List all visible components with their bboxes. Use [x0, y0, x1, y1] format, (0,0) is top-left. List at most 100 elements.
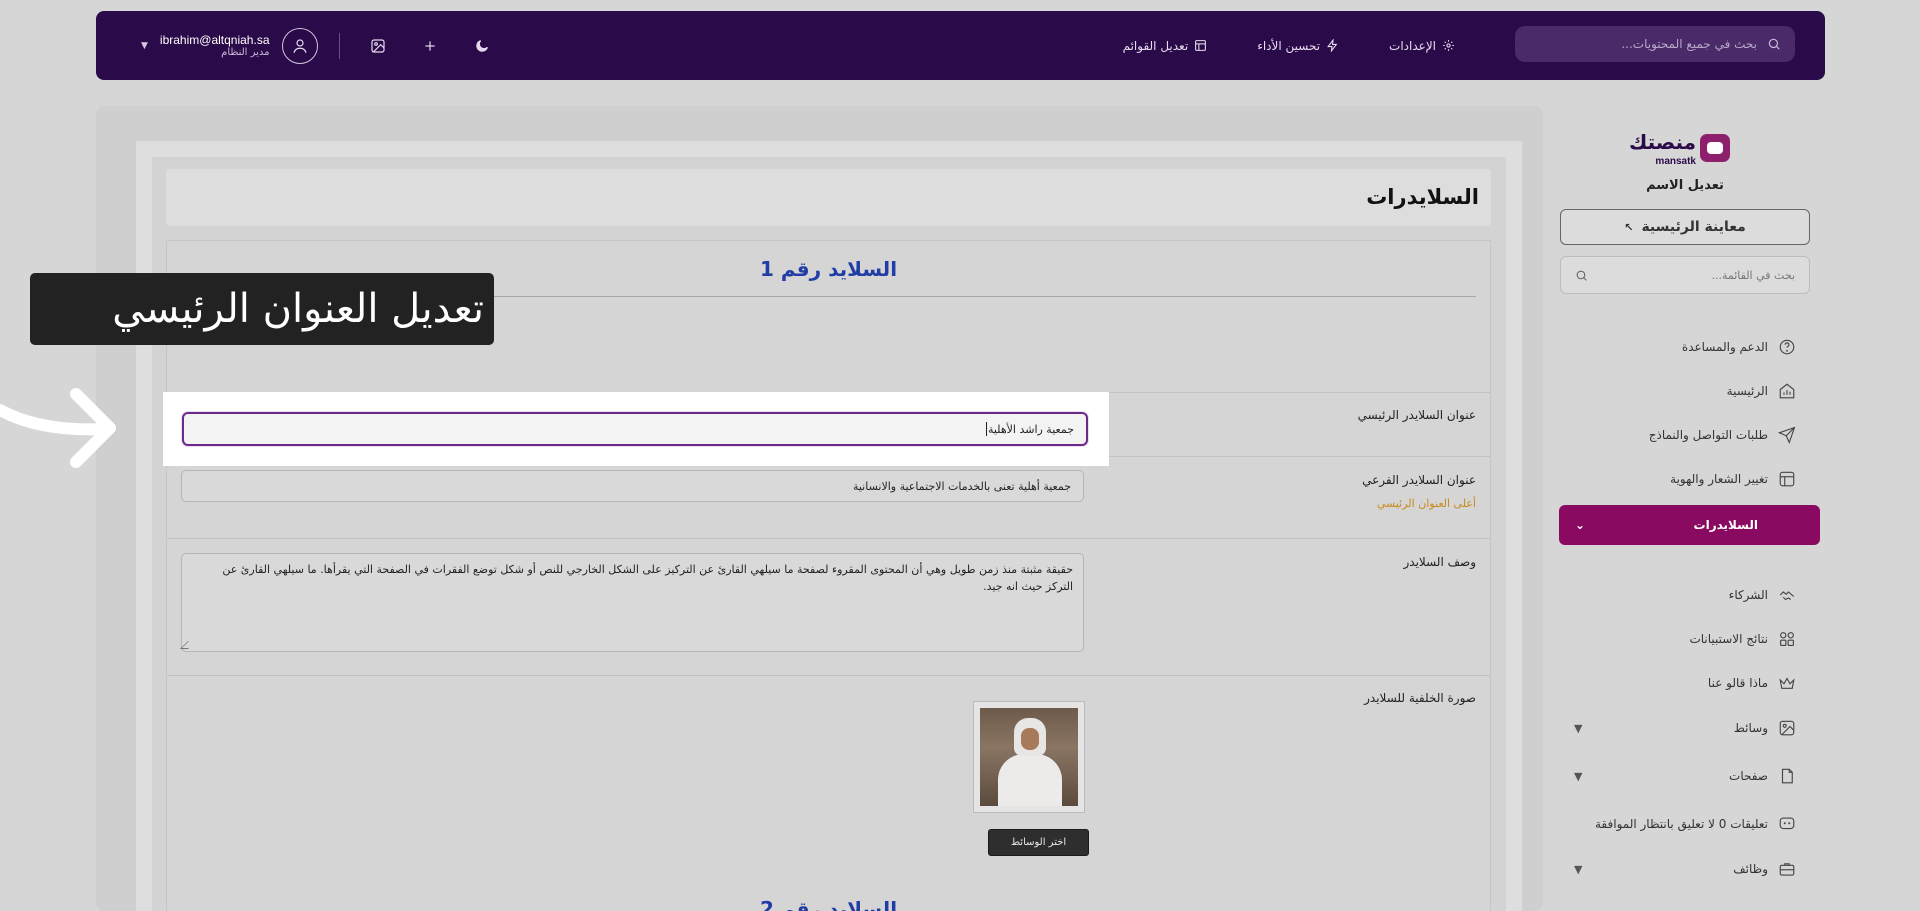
sidebar-search-input[interactable]: بحث في القائمة... — [1560, 256, 1810, 294]
divider — [167, 675, 1490, 676]
user-menu[interactable]: ▼ ibrahim@altqniah.sa مدير النظام — [141, 11, 318, 80]
nav-edit-menus[interactable]: تعديل القوائم — [1123, 39, 1208, 53]
nav-settings-label: الإعدادات — [1389, 38, 1436, 53]
nav-performance[interactable]: تحسين الأداء — [1257, 39, 1339, 53]
sidebar-item-label: السلايدرات — [1693, 518, 1758, 532]
sidebar-item-media[interactable]: وسائط ▼ — [1560, 713, 1810, 743]
add-button[interactable] — [421, 37, 439, 55]
nav-settings[interactable]: الإعدادات — [1389, 39, 1455, 53]
sidebar-item-contact-requests[interactable]: طلبات التواصل والنماذج — [1560, 420, 1810, 450]
media-button[interactable] — [369, 37, 387, 55]
slide-2-heading: السلايد رقم 2 — [759, 897, 898, 911]
sidebar-item-label: الدعم والمساعدة — [1681, 340, 1768, 354]
page-header: السلايدرات — [166, 169, 1491, 226]
highlight-overlay: جمعية راشد الأهلية — [163, 392, 1109, 466]
chevron-down-icon: ▼ — [141, 40, 148, 51]
chevron-down-icon: ⌄ — [1575, 518, 1586, 532]
photo-body — [998, 754, 1062, 806]
choose-media-button[interactable]: اختر الوسائط — [988, 829, 1089, 856]
top-nav: الإعدادات تحسين الأداء تعديل القوائم — [1123, 11, 1455, 80]
main-title-input-focused[interactable]: جمعية راشد الأهلية — [182, 412, 1088, 446]
sidebar-item-label: وظائف — [1733, 862, 1768, 876]
logo-text-en: mansatk — [1655, 156, 1696, 167]
sidebar-item-label: وسائط — [1733, 721, 1768, 735]
sidebar-item-sliders[interactable]: السلايدرات ⌄ — [1559, 505, 1820, 545]
annotation-callout: تعديل العنوان الرئيسي — [30, 273, 494, 345]
annotation-callout-text: تعديل العنوان الرئيسي — [112, 286, 484, 332]
sidebar-item-label: طلبات التواصل والنماذج — [1648, 428, 1768, 442]
preview-home-label: معاينة الرئيسية — [1641, 219, 1746, 235]
gear-icon — [1443, 40, 1454, 51]
sidebar-item-label: الشركاء — [1728, 588, 1768, 602]
nav-edit-menus-label: تعديل القوائم — [1122, 38, 1189, 53]
user-icon — [292, 38, 307, 53]
caret-down-icon: ▼ — [1574, 769, 1583, 783]
menu-layout-icon — [1195, 40, 1207, 51]
help-circle-icon — [1779, 339, 1795, 355]
sub-title-input[interactable]: جمعية أهلية تعنى بالخدمات الاجتماعية وال… — [181, 470, 1084, 502]
arrow-right-icon — [0, 388, 116, 468]
sidebar-item-partners[interactable]: الشركاء — [1560, 580, 1810, 610]
background-image-label: صورة الخلفية للسلايدر — [1364, 691, 1476, 705]
sidebar-item-support[interactable]: الدعم والمساعدة — [1560, 332, 1810, 362]
user-role: مدير النظام — [221, 47, 270, 58]
moon-icon — [476, 40, 488, 52]
avatar[interactable] — [281, 27, 318, 64]
sidebar: منصتك mansatk تعديل الاسم معاينة الرئيسي… — [1550, 106, 1820, 911]
top-bar: بحث في جميع المحتويات... الإعدادات تحسين… — [96, 11, 1825, 80]
sidebar-item-label: الرئيسية — [1726, 384, 1768, 398]
user-email: ibrahim@altqniah.sa — [159, 33, 270, 47]
description-textarea[interactable]: حقيقة مثبتة منذ زمن طويل وهي أن المحتوى … — [180, 553, 1084, 652]
sidebar-item-home[interactable]: الرئيسية — [1560, 376, 1810, 406]
text-caret — [985, 422, 987, 436]
main-area: السلايدرات السلايد رقم 1 عنوان السلايدر … — [96, 106, 1543, 911]
search-icon — [1576, 270, 1587, 281]
logo-text-ar: منصتك — [1628, 130, 1696, 154]
divider — [167, 538, 1490, 539]
handshake-icon — [1779, 591, 1795, 601]
page-icon — [1781, 768, 1793, 784]
main-title-label: عنوان السلايدر الرئيسي — [1357, 408, 1476, 422]
sidebar-item-label: تعليقات 0 لا تعليق بانتظار الموافقة — [1595, 817, 1768, 831]
sidebar-item-surveys[interactable]: نتائج الاستبيانات — [1560, 624, 1810, 654]
bolt-icon — [1327, 39, 1338, 52]
photo-face — [1021, 728, 1039, 750]
image-icon — [371, 39, 385, 53]
send-icon — [1778, 426, 1796, 444]
sidebar-item-branding[interactable]: تغيير الشعار والهوية — [1560, 464, 1810, 494]
sidebar-item-comments[interactable]: تعليقات 0 لا تعليق بانتظار الموافقة — [1560, 809, 1810, 839]
sidebar-item-testimonials[interactable]: ماذا قالو عنا — [1560, 668, 1810, 698]
caret-down-icon: ▼ — [1574, 862, 1583, 876]
sidebar-item-label: صفحات — [1729, 769, 1768, 783]
image-icon — [1779, 720, 1795, 736]
home-chart-icon — [1779, 383, 1795, 399]
grid-shapes-icon — [1780, 632, 1794, 646]
page-title: السلايدرات — [1366, 185, 1479, 209]
sidebar-item-label: تغيير الشعار والهوية — [1670, 472, 1768, 486]
briefcase-icon — [1779, 863, 1795, 876]
global-search-placeholder: بحث في جميع المحتويات... — [1621, 37, 1757, 51]
logo-mark-icon — [1700, 134, 1730, 162]
user-info: ibrahim@altqniah.sa مدير النظام — [160, 33, 270, 58]
sidebar-item-pages[interactable]: صفحات ▼ — [1560, 761, 1810, 791]
content-panel: السلايدرات السلايد رقم 1 عنوان السلايدر … — [152, 157, 1506, 911]
sidebar-item-label: ماذا قالو عنا — [1707, 676, 1768, 690]
global-search-input[interactable]: بحث في جميع المحتويات... — [1515, 26, 1795, 62]
divider — [339, 33, 340, 59]
caret-down-icon: ▼ — [1574, 721, 1583, 735]
background-image-thumbnail[interactable] — [973, 701, 1085, 813]
main-title-value: جمعية راشد الأهلية — [987, 422, 1074, 436]
logo: منصتك mansatk — [1628, 130, 1730, 170]
layout-icon — [1779, 471, 1795, 487]
sidebar-item-jobs[interactable]: وظائف ▼ — [1560, 854, 1810, 884]
dark-mode-toggle[interactable] — [473, 37, 491, 55]
sidebar-item-label: نتائج الاستبيانات — [1689, 632, 1768, 646]
preview-home-button[interactable]: معاينة الرئيسية ↖ — [1560, 209, 1810, 245]
crown-icon — [1779, 677, 1795, 689]
resize-handle-icon[interactable] — [180, 641, 196, 649]
edit-name-link[interactable]: تعديل الاسم — [1550, 178, 1820, 193]
main-panel: السلايدرات السلايد رقم 1 عنوان السلايدر … — [136, 141, 1522, 911]
plus-icon — [425, 41, 435, 51]
description-text: حقيقة مثبتة منذ زمن طويل وهي أن المحتوى … — [222, 563, 1073, 593]
comment-icon — [1779, 817, 1795, 830]
